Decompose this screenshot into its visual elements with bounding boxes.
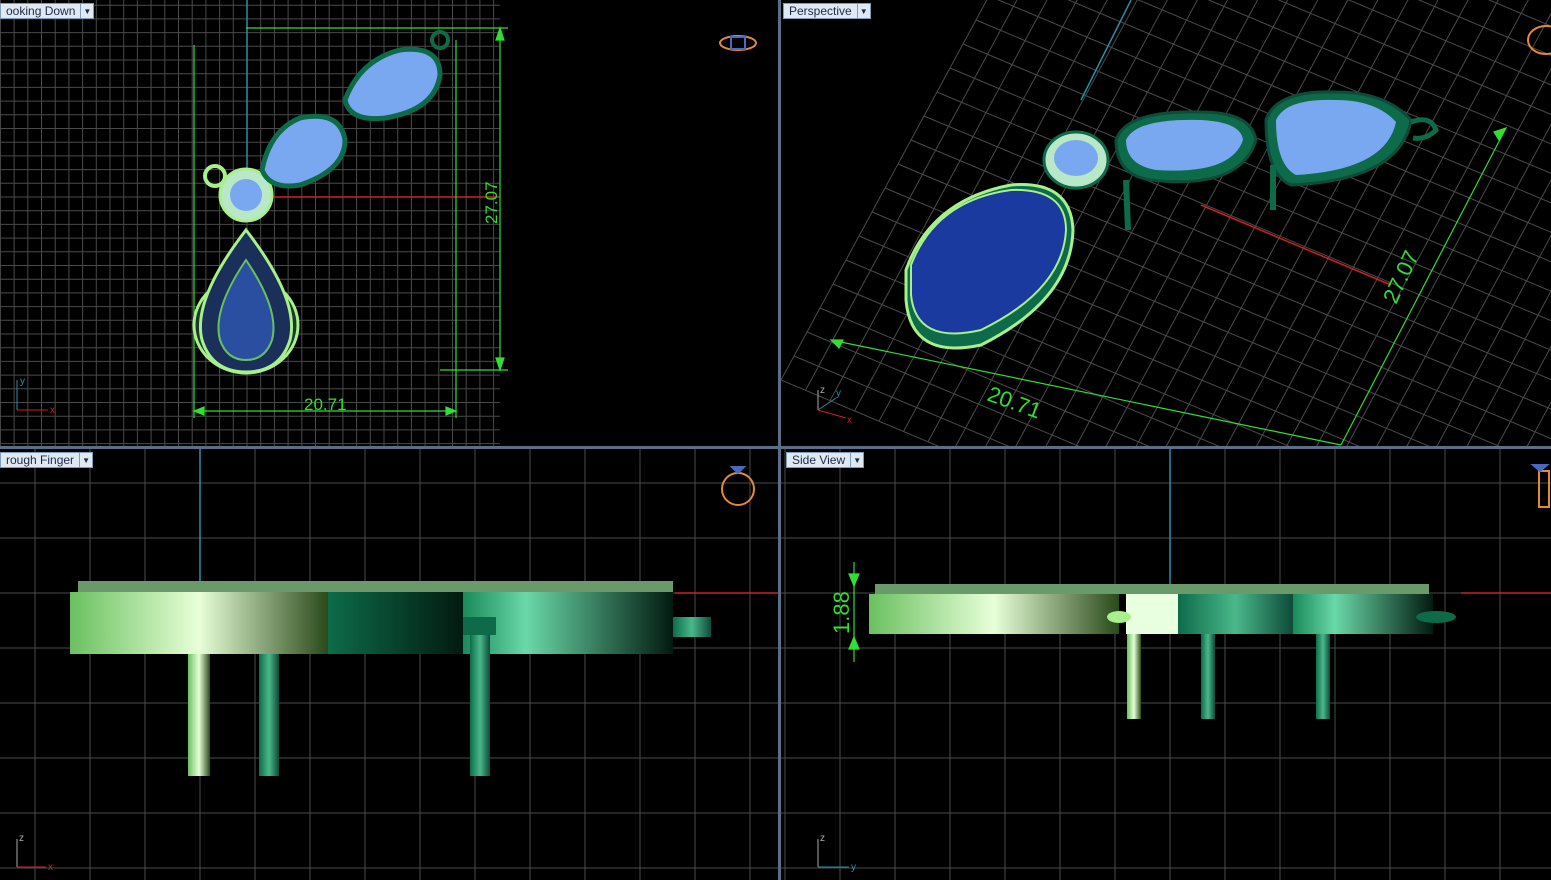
pendant-front-view bbox=[70, 581, 711, 776]
dim-height-text: 27.07 bbox=[482, 181, 501, 224]
through-finger-canvas: z x bbox=[0, 449, 778, 880]
svg-text:x: x bbox=[847, 415, 852, 426]
dropdown-arrow-icon[interactable]: ▼ bbox=[80, 452, 94, 468]
dim-width-text: 20.71 bbox=[304, 395, 347, 414]
dim-width-text: 20.71 bbox=[984, 381, 1044, 423]
viewport-splitter-horizontal[interactable] bbox=[0, 446, 1551, 449]
ring-orientation-icon bbox=[719, 35, 757, 51]
svg-text:z: z bbox=[820, 385, 825, 396]
ring-orientation-icon bbox=[1530, 464, 1550, 508]
perspective-canvas: 20.71 27.07 z y x bbox=[781, 0, 1551, 446]
ring-orientation-icon bbox=[721, 466, 755, 506]
svg-text:x: x bbox=[50, 405, 55, 416]
viewport-label-side-view[interactable]: Side View ▼ bbox=[786, 452, 865, 468]
svg-text:y: y bbox=[851, 862, 856, 873]
viewport-label-through-finger[interactable]: rough Finger ▼ bbox=[0, 452, 94, 468]
svg-text:x: x bbox=[48, 862, 53, 873]
looking-down-canvas: 20.71 27.07 y x bbox=[0, 0, 757, 446]
svg-text:y: y bbox=[836, 388, 841, 399]
axis-triad-icon: z y bbox=[817, 833, 856, 873]
axis-triad-icon: y x bbox=[16, 376, 55, 416]
viewport-label-looking-down[interactable]: ooking Down ▼ bbox=[0, 3, 95, 19]
viewport-perspective[interactable]: 20.71 27.07 z y x Perspective ▼ bbox=[781, 0, 1551, 446]
viewport-label-perspective[interactable]: Perspective ▼ bbox=[783, 3, 871, 19]
dropdown-arrow-icon[interactable]: ▼ bbox=[851, 452, 865, 468]
viewport-side-view[interactable]: 1.88 z y Side View ▼ bbox=[781, 449, 1551, 880]
dropdown-arrow-icon[interactable]: ▼ bbox=[81, 3, 95, 19]
side-view-canvas: 1.88 z y bbox=[781, 449, 1551, 880]
dim-thickness-text: 1.88 bbox=[829, 591, 854, 634]
dropdown-arrow-icon[interactable]: ▼ bbox=[857, 3, 871, 19]
pendant-top-view bbox=[192, 30, 450, 375]
viewport-splitter-vertical[interactable] bbox=[778, 0, 781, 880]
pendant-side-view bbox=[869, 584, 1456, 719]
svg-text:z: z bbox=[19, 833, 24, 844]
viewport-through-finger[interactable]: z x rough Finger ▼ bbox=[0, 449, 778, 880]
svg-text:y: y bbox=[20, 376, 25, 387]
svg-text:z: z bbox=[820, 833, 825, 844]
viewport-looking-down[interactable]: 20.71 27.07 y x ooking Down ▼ bbox=[0, 0, 778, 446]
